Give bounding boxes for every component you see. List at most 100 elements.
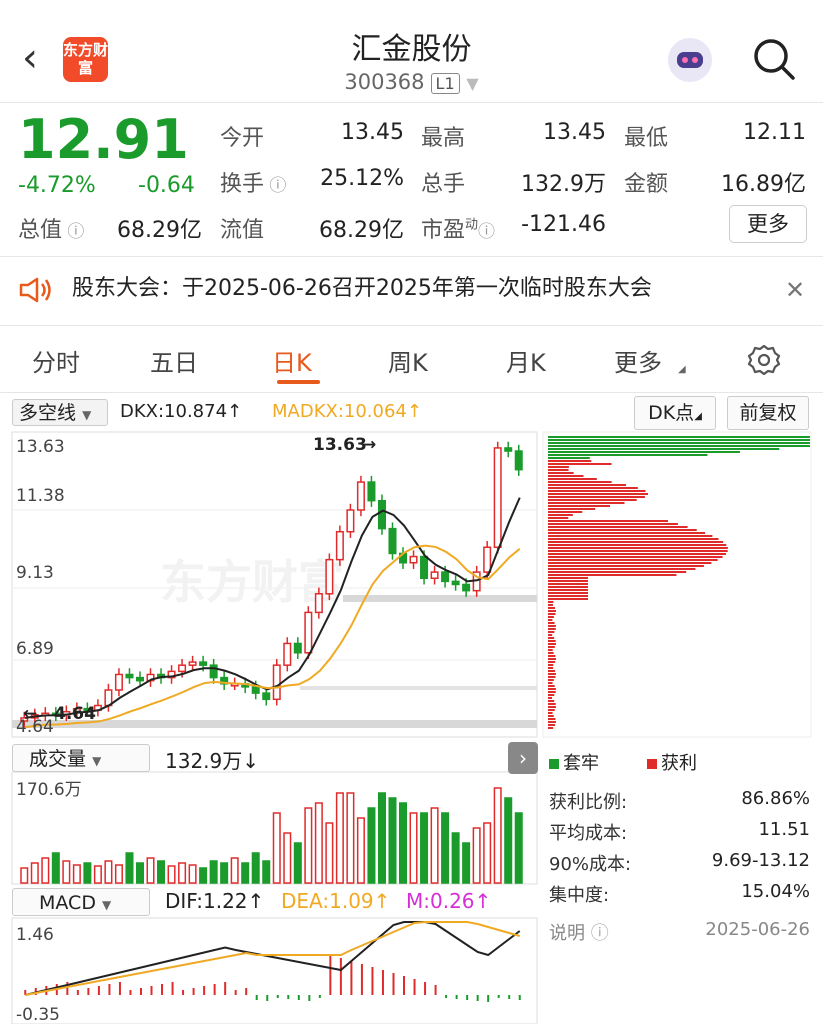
search-icon[interactable] <box>752 37 796 85</box>
chip-bar <box>548 505 610 507</box>
pe-label: 市盈动ⓘ <box>421 217 496 243</box>
volume-bar <box>493 787 502 884</box>
divider <box>0 256 823 257</box>
chip-bar <box>548 571 687 573</box>
volume-bar <box>209 860 218 884</box>
chip-bar <box>548 496 645 498</box>
tab-five-day[interactable]: 五日 <box>150 343 198 378</box>
settings-gear-icon[interactable] <box>747 343 781 381</box>
chip-bar <box>548 436 810 438</box>
tab-weekly-k[interactable]: 周K <box>388 343 428 378</box>
more-button[interactable]: 更多 <box>729 205 807 243</box>
volume-bar <box>230 857 239 884</box>
volume-bar <box>30 862 39 884</box>
chip-bar <box>548 691 556 693</box>
indicator-select[interactable]: 多空线 ▼ <box>12 399 108 426</box>
candle-body <box>314 593 323 614</box>
candle-body <box>462 583 471 592</box>
tab-intraday[interactable]: 分时 <box>32 343 80 378</box>
chip-bar <box>548 667 554 669</box>
chip-bar <box>548 652 554 654</box>
chip-bar <box>548 439 810 441</box>
chip-bar <box>548 601 554 603</box>
turnover-label: 换手 ⓘ <box>220 172 287 197</box>
chip-bar <box>548 634 553 636</box>
volume-bar <box>325 822 334 884</box>
volume-bar <box>199 867 208 884</box>
volume-bar <box>367 807 376 884</box>
chip-bar <box>548 511 583 513</box>
volume-bar <box>220 862 229 884</box>
expand-chevron-icon[interactable]: › <box>508 742 538 774</box>
chip-bar <box>548 655 556 657</box>
info-icon: ⓘ <box>590 923 609 944</box>
chip-value: 86.86% <box>741 788 810 809</box>
volume-tick: 170.6万 <box>16 780 82 800</box>
chip-value: 15.04% <box>741 881 810 902</box>
volume-bar <box>504 797 513 884</box>
macd-select[interactable]: MACD ▼ <box>12 888 150 916</box>
volume-bar <box>462 842 471 884</box>
chip-bar <box>548 565 704 567</box>
dkx-value: DKX:10.874↑ <box>120 401 243 422</box>
chip-bar <box>548 448 780 450</box>
chip-bar <box>548 523 678 525</box>
chip-bar <box>548 532 706 534</box>
volume-label: 总手 <box>421 172 466 197</box>
tab-more[interactable]: 更多 <box>614 343 662 378</box>
close-icon[interactable]: ✕ <box>785 276 805 304</box>
volume-bar <box>409 812 418 884</box>
chip-bar <box>548 679 554 681</box>
volume-bar <box>146 857 155 884</box>
chip-bar <box>548 682 553 684</box>
chip-bar <box>548 493 648 495</box>
candle-body <box>430 571 439 580</box>
macd-tick: -0.35 <box>16 1005 60 1024</box>
candle-body <box>135 676 145 682</box>
y-tick: 6.89 <box>16 639 54 659</box>
candle-body <box>304 611 313 654</box>
candle-body <box>346 509 355 533</box>
chip-bar <box>548 622 555 624</box>
chip-bar <box>548 562 712 564</box>
m-value: M:0.26↑ <box>406 889 492 913</box>
assistant-robot-icon[interactable] <box>668 38 712 82</box>
candle-body <box>251 686 260 694</box>
candle-body <box>356 481 365 511</box>
chip-bar <box>548 697 553 699</box>
chip-bar <box>548 586 588 588</box>
volume-bar <box>104 860 113 884</box>
candle-body <box>483 546 492 573</box>
adjust-button[interactable]: 前复权 <box>727 396 809 430</box>
chip-bar <box>548 487 638 489</box>
volume-select[interactable]: 成交量 ▼ <box>12 744 150 772</box>
chip-bar <box>548 526 688 528</box>
chip-label: 平均成本: <box>549 823 628 844</box>
chip-note[interactable]: 说明 ⓘ <box>549 919 609 945</box>
notice-text[interactable]: 股东大会：于2025-06-26召开2025年第一次临时股东大会 <box>72 270 652 302</box>
chip-label: 获利比例: <box>549 792 628 813</box>
candle-body <box>293 642 302 654</box>
chip-bar <box>548 550 728 552</box>
chip-bar <box>548 451 740 453</box>
amount-value: 16.89亿 <box>721 172 806 197</box>
dk-point-button[interactable]: DK点◢ <box>634 396 716 430</box>
pe-value: -121.46 <box>521 212 606 237</box>
chip-bar <box>548 694 555 696</box>
candle-body <box>493 447 502 548</box>
volume-bar <box>388 797 397 884</box>
candle-body <box>178 664 187 673</box>
chip-bar <box>548 475 584 477</box>
chip-bar <box>548 676 556 678</box>
divider <box>0 325 823 326</box>
active-tab-underline <box>277 380 320 384</box>
tab-daily-k[interactable]: 日K <box>272 343 312 378</box>
candle-body <box>114 673 123 691</box>
divider <box>0 102 823 103</box>
tab-monthly-k[interactable]: 月K <box>506 343 546 378</box>
candle-body <box>409 555 418 564</box>
chip-bar <box>548 706 556 708</box>
chip-bar <box>548 631 555 633</box>
volume-bar <box>188 864 197 884</box>
chip-bar <box>548 499 637 501</box>
